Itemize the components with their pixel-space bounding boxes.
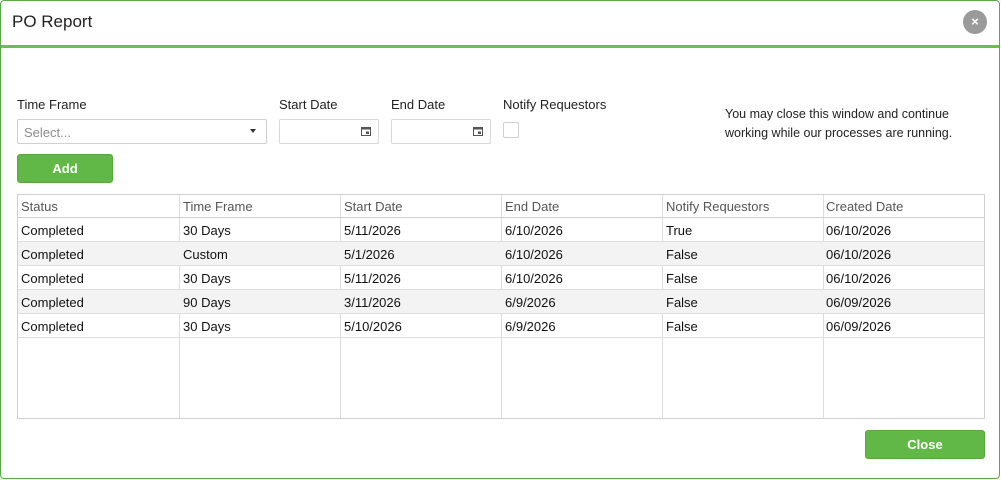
cell-notify: False <box>666 295 698 310</box>
time-frame-placeholder: Select... <box>24 125 71 140</box>
dialog-header: PO Report × <box>1 1 999 48</box>
cell-status: Completed <box>21 295 84 310</box>
cell-time-frame: 30 Days <box>183 319 231 334</box>
chevron-down-icon <box>250 129 256 133</box>
cell-created-date: 06/10/2026 <box>826 247 892 262</box>
header-status[interactable]: Status <box>21 199 58 214</box>
table-row[interactable]: Completed 30 Days 5/10/2026 6/9/2026 Fal… <box>18 314 984 338</box>
close-icon[interactable]: × <box>963 10 987 34</box>
cell-status: Completed <box>21 223 84 238</box>
cell-start-date: 5/10/2026 <box>344 319 402 334</box>
end-date-input[interactable] <box>391 119 491 144</box>
cell-created-date: 06/09/2026 <box>826 295 892 310</box>
cell-notify: True <box>666 223 693 238</box>
table-row[interactable]: Completed 30 Days 5/11/2026 6/10/2026 Tr… <box>18 218 984 242</box>
cell-status: Completed <box>21 271 84 286</box>
cell-end-date: 6/10/2026 <box>505 223 563 238</box>
cell-end-date: 6/10/2026 <box>505 271 563 286</box>
time-frame-label: Time Frame <box>17 97 87 112</box>
time-frame-select[interactable]: Select... <box>17 119 267 144</box>
cell-status: Completed <box>21 247 84 262</box>
table-row[interactable]: Completed 30 Days 5/11/2026 6/10/2026 Fa… <box>18 266 984 290</box>
header-notify-requestors[interactable]: Notify Requestors <box>666 199 769 214</box>
po-report-dialog: PO Report × Time Frame Start Date End Da… <box>0 0 1000 479</box>
cell-start-date: 5/11/2026 <box>344 223 401 238</box>
cell-start-date: 5/1/2026 <box>344 247 395 262</box>
cell-created-date: 06/10/2026 <box>826 271 892 286</box>
start-date-input[interactable] <box>279 119 379 144</box>
cell-end-date: 6/10/2026 <box>505 247 563 262</box>
cell-time-frame: 90 Days <box>183 295 231 310</box>
add-button[interactable]: Add <box>17 154 113 183</box>
cell-notify: False <box>666 247 698 262</box>
cell-start-date: 5/11/2026 <box>344 271 401 286</box>
start-date-label: Start Date <box>279 97 338 112</box>
cell-end-date: 6/9/2026 <box>505 295 556 310</box>
table-row[interactable]: Completed Custom 5/1/2026 6/10/2026 Fals… <box>18 242 984 266</box>
notify-requestors-label: Notify Requestors <box>503 97 607 112</box>
notify-requestors-checkbox[interactable] <box>503 122 519 138</box>
cell-end-date: 6/9/2026 <box>505 319 556 334</box>
cell-notify: False <box>666 271 698 286</box>
cell-status: Completed <box>21 319 84 334</box>
header-end-date[interactable]: End Date <box>505 199 559 214</box>
dialog-title: PO Report <box>12 12 93 31</box>
calendar-icon[interactable] <box>361 127 371 136</box>
table-row[interactable]: Completed 90 Days 3/11/2026 6/9/2026 Fal… <box>18 290 984 314</box>
report-grid: Status Time Frame Start Date End Date No… <box>17 194 985 419</box>
end-date-label: End Date <box>391 97 446 112</box>
cell-time-frame: 30 Days <box>183 271 231 286</box>
calendar-icon[interactable] <box>473 127 483 136</box>
cell-start-date: 3/11/2026 <box>344 295 401 310</box>
cell-notify: False <box>666 319 698 334</box>
header-created-date[interactable]: Created Date <box>826 199 903 214</box>
header-start-date[interactable]: Start Date <box>344 199 403 214</box>
grid-header: Status Time Frame Start Date End Date No… <box>18 195 984 218</box>
cell-time-frame: Custom <box>183 247 228 262</box>
cell-created-date: 06/10/2026 <box>826 223 892 238</box>
cell-time-frame: 30 Days <box>183 223 231 238</box>
header-time-frame[interactable]: Time Frame <box>183 199 253 214</box>
cell-created-date: 06/09/2026 <box>826 319 892 334</box>
info-message: You may close this window and continue w… <box>725 107 953 140</box>
close-button[interactable]: Close <box>865 430 985 459</box>
